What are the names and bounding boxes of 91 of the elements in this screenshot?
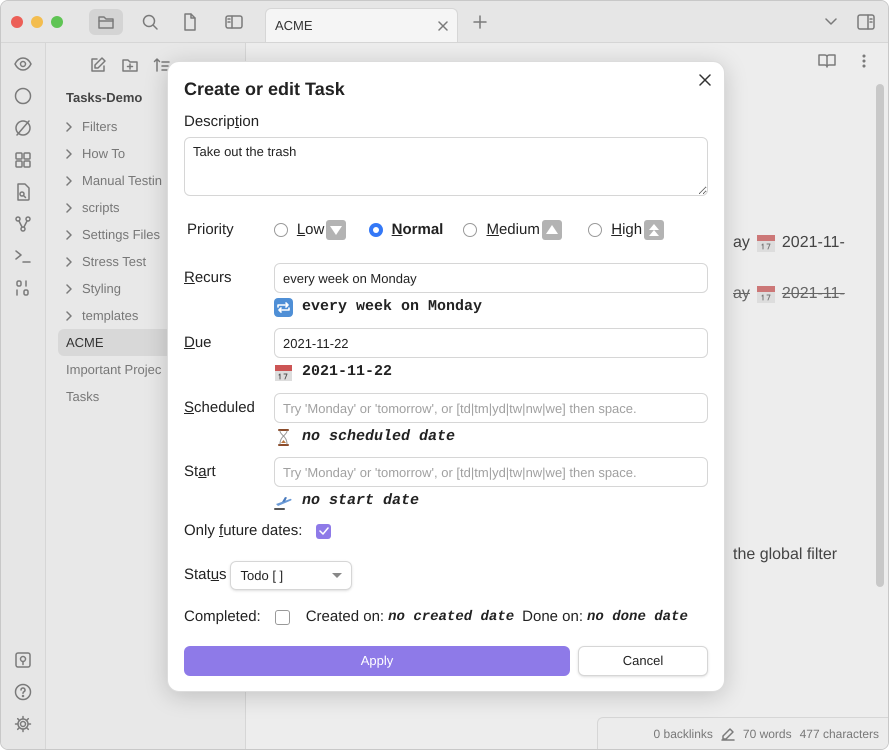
field-label: Priority	[186, 220, 235, 240]
scrollbar[interactable]	[876, 84, 884, 587]
task-text: ay	[733, 284, 750, 304]
new-folder-icon[interactable]	[121, 57, 139, 73]
chevron-right-icon	[66, 310, 72, 320]
field-label: Description	[184, 112, 260, 132]
graph-icon[interactable]	[14, 215, 32, 233]
pencil-icon[interactable]	[720, 726, 735, 740]
word-count: 70 words	[742, 726, 792, 742]
tab[interactable]: ACME	[265, 8, 458, 42]
date-preview: no scheduled date	[302, 426, 456, 447]
due-date: 2021-11-	[782, 232, 845, 252]
repeat-icon	[274, 298, 293, 316]
radio-button[interactable]	[463, 223, 478, 237]
date-preview: no start date	[302, 490, 420, 511]
explorer-item[interactable]: templates	[58, 302, 245, 329]
window-close-button[interactable]	[11, 16, 23, 28]
field-label: Done on:	[522, 606, 584, 627]
chevron-right-icon	[66, 202, 72, 212]
help-icon[interactable]	[14, 683, 32, 701]
dialog-title: Create or edit Task	[184, 78, 345, 101]
chevron-right-icon	[66, 148, 72, 158]
field-label: Recurs	[184, 268, 233, 288]
due-date-field[interactable]: 2021-11-22	[274, 328, 708, 358]
field-label: Created on:	[306, 606, 384, 627]
chevron-right-icon	[66, 256, 72, 266]
field-label: Start	[184, 462, 217, 482]
chevron-right-icon	[66, 122, 72, 132]
start-date-field[interactable]: Try 'Monday' or 'tomorrow', or [td|tm|yd|tw|nw|we] then space.	[274, 457, 708, 487]
completed-checkbox[interactable]	[274, 610, 290, 624]
window-zoom-button[interactable]	[51, 16, 63, 28]
done-date: no done date	[587, 608, 688, 626]
new-note-icon[interactable]	[89, 56, 107, 74]
calendar-icon	[274, 362, 293, 382]
radio-button[interactable]	[274, 223, 288, 237]
sort-icon[interactable]	[153, 56, 171, 74]
cancel-button[interactable]: Cancel	[578, 646, 708, 676]
folder-icon	[97, 14, 115, 30]
chevron-right-icon	[66, 284, 72, 294]
task-text: ay	[733, 232, 750, 252]
grid-icon[interactable]	[14, 151, 32, 169]
radio-label: High	[611, 220, 642, 240]
backlinks-count: 0 backlinks	[654, 726, 713, 742]
eye-icon[interactable]	[14, 55, 32, 73]
field-label: Only future dates:	[184, 520, 302, 541]
radio-label: Low	[296, 220, 324, 240]
description-field[interactable]: Take out the trash	[184, 137, 708, 196]
date-preview: 2021-11-22	[302, 362, 392, 382]
character-count: 477 characters	[800, 726, 879, 742]
right-sidebar-icon[interactable]	[857, 14, 875, 30]
chevron-down-icon[interactable]	[825, 18, 837, 26]
checkmark-icon	[318, 527, 329, 535]
created-date: no created date	[388, 608, 514, 626]
scheduled-date-field[interactable]: Try 'Monday' or 'tomorrow', or [td|tm|yd|tw|nw|we] then space.	[274, 393, 708, 423]
explorer-item[interactable]: scripts	[58, 194, 245, 221]
files-view-button[interactable]	[89, 8, 123, 34]
more-options-icon[interactable]	[862, 54, 866, 68]
new-tab-icon[interactable]	[473, 14, 487, 28]
dropdown-arrow-icon	[332, 572, 342, 578]
note-text: the global filter	[733, 544, 838, 564]
due-date: 2021-11-	[782, 284, 845, 304]
radio-button[interactable]	[588, 223, 602, 237]
field-label: Due	[184, 333, 213, 353]
field-label: Scheduled	[184, 398, 256, 418]
calendar-icon	[756, 232, 776, 252]
calendar-icon	[756, 284, 776, 304]
tab-title: ACME	[275, 16, 313, 35]
sidebar-toggle-icon[interactable]	[225, 14, 243, 30]
radio-label: Medium	[486, 220, 540, 240]
vault-name: Tasks-Demo	[66, 89, 142, 107]
file-icon[interactable]	[183, 12, 197, 30]
circle-icon[interactable]	[14, 87, 32, 105]
field-label: Completed:	[184, 606, 261, 627]
radio-label: Normal	[392, 220, 444, 240]
only-future-dates-checkbox[interactable]	[316, 524, 332, 538]
settings-icon[interactable]	[14, 715, 32, 733]
radio-button[interactable]	[368, 223, 383, 237]
date-preview: every week on Monday	[302, 296, 482, 317]
chevron-right-icon	[66, 230, 72, 240]
recurs-date-field[interactable]: every week on Monday	[274, 263, 708, 293]
empty-set-icon[interactable]	[14, 119, 32, 137]
book-icon[interactable]	[818, 53, 836, 69]
double-up-icon	[644, 220, 664, 240]
search-icon[interactable]	[141, 12, 159, 30]
apply-button[interactable]: Apply	[184, 646, 570, 676]
chevron-right-icon	[66, 176, 72, 186]
field-label: Status	[184, 565, 227, 586]
vault-icon[interactable]	[14, 651, 32, 669]
status-dropdown[interactable]: Todo [ ]	[230, 561, 352, 590]
close-icon[interactable]	[699, 74, 711, 86]
binary-icon[interactable]	[14, 279, 32, 297]
